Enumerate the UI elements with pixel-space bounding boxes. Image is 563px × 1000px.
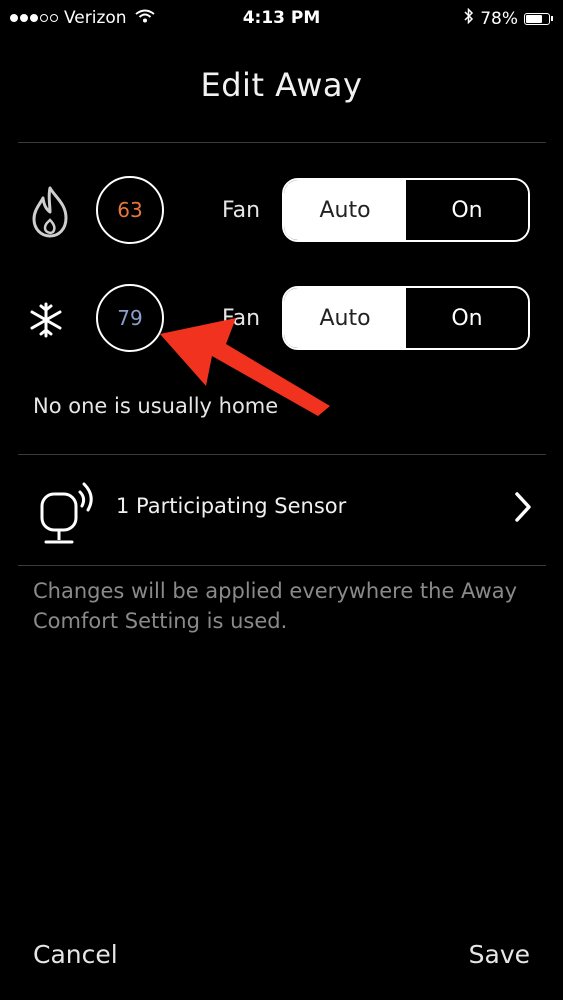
battery-icon: [524, 12, 553, 25]
status-bar: Verizon 4:13 PM 78%: [0, 0, 563, 36]
cool-setpoint-value: 79: [117, 306, 143, 330]
status-right: 78%: [464, 7, 553, 29]
fan-label: Fan: [222, 306, 261, 331]
battery-percent: 78%: [480, 8, 518, 29]
save-button[interactable]: Save: [469, 940, 530, 969]
heat-setpoint-value: 63: [117, 198, 143, 222]
cancel-button[interactable]: Cancel: [33, 940, 118, 969]
sensor-label: 1 Participating Sensor: [116, 494, 347, 518]
page-title: Edit Away: [200, 66, 363, 104]
fan-on-option[interactable]: On: [406, 288, 528, 348]
divider: [18, 142, 546, 143]
occupancy-note: No one is usually home: [33, 394, 279, 418]
heat-setpoint[interactable]: 63: [96, 176, 164, 244]
fan-auto-option[interactable]: Auto: [284, 288, 406, 348]
sensor-row[interactable]: 1 Participating Sensor: [0, 470, 563, 550]
snowflake-icon: [28, 302, 64, 342]
flame-icon: [28, 186, 72, 242]
cool-setting-row: 79 Fan Auto On: [0, 284, 563, 354]
divider: [18, 565, 546, 566]
divider: [18, 454, 546, 455]
cool-fan-toggle[interactable]: Auto On: [282, 286, 530, 350]
sensor-icon: [36, 478, 98, 552]
heat-setting-row: 63 Fan Auto On: [0, 176, 563, 246]
changes-note: Changes will be applied everywhere the A…: [33, 579, 518, 633]
bluetooth-icon: [464, 7, 474, 29]
heat-fan-toggle[interactable]: Auto On: [282, 178, 530, 242]
fan-auto-option[interactable]: Auto: [284, 180, 406, 240]
fan-on-option[interactable]: On: [406, 180, 528, 240]
fan-label: Fan: [222, 198, 261, 223]
chevron-right-icon[interactable]: [513, 490, 533, 528]
cool-setpoint[interactable]: 79: [96, 284, 164, 352]
